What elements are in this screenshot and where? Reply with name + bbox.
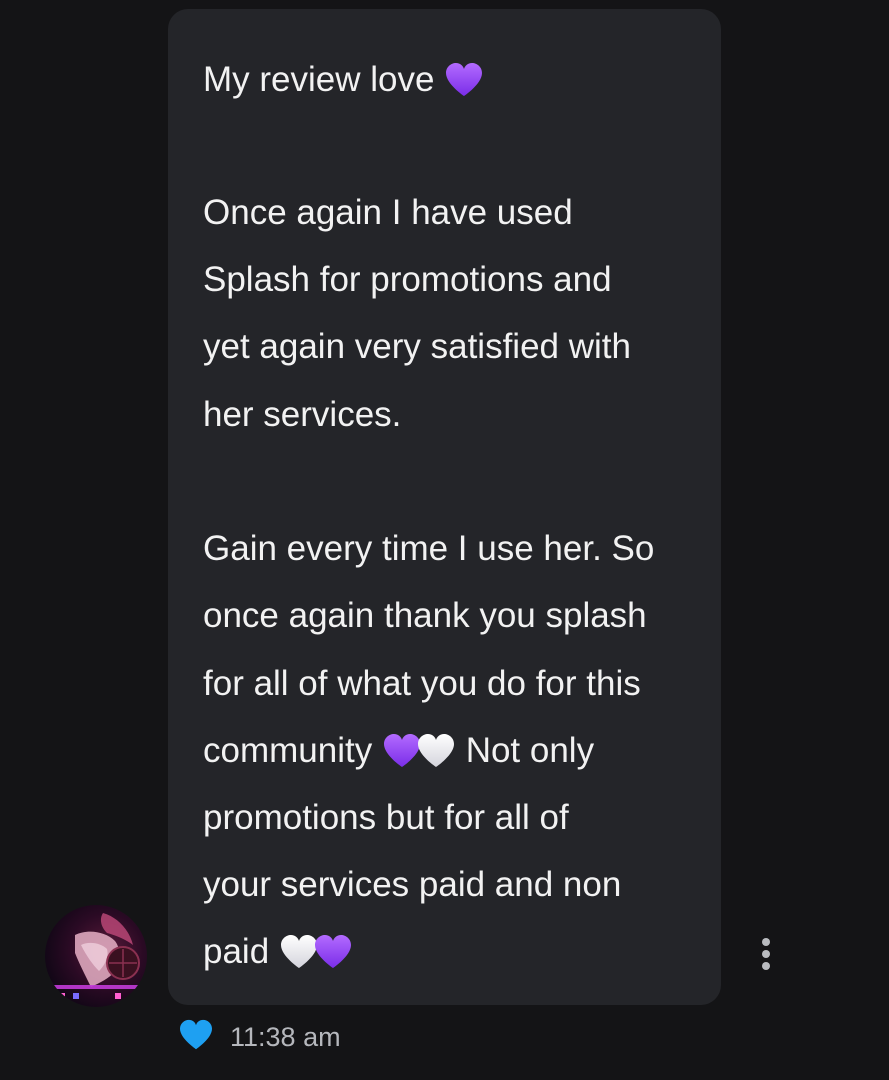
- message-line: once again thank you splash: [203, 596, 647, 635]
- message-line: Splash for promotions and: [203, 260, 612, 299]
- message-line: paid: [203, 932, 353, 972]
- message-text: Not only: [465, 731, 595, 770]
- white-heart-icon: [416, 733, 456, 769]
- message-line: Gain every time I use her. So: [203, 529, 655, 568]
- blue-heart-icon[interactable]: [178, 1019, 214, 1051]
- message-text: My review love: [203, 60, 435, 99]
- message-line: yet again very satisfied with: [203, 327, 631, 366]
- purple-heart-icon: [313, 934, 353, 970]
- message-text: community: [203, 731, 373, 770]
- message-line: promotions but for all of: [203, 798, 569, 837]
- message-line: Once again I have used: [203, 193, 573, 232]
- sender-avatar[interactable]: [45, 905, 147, 1007]
- message-text: paid: [203, 932, 270, 971]
- message-line: community Not only: [203, 731, 594, 771]
- purple-heart-icon: [444, 62, 484, 98]
- message-line: for all of what you do for this: [203, 664, 641, 703]
- message-line: her services.: [203, 395, 402, 434]
- more-vertical-icon[interactable]: [755, 934, 777, 974]
- message-timestamp: 11:38 am: [230, 1022, 341, 1052]
- message-bubble[interactable]: My review love Once again I have used Sp…: [168, 9, 721, 1005]
- message-line: My review love: [203, 60, 484, 100]
- message-line: your services paid and non: [203, 865, 622, 904]
